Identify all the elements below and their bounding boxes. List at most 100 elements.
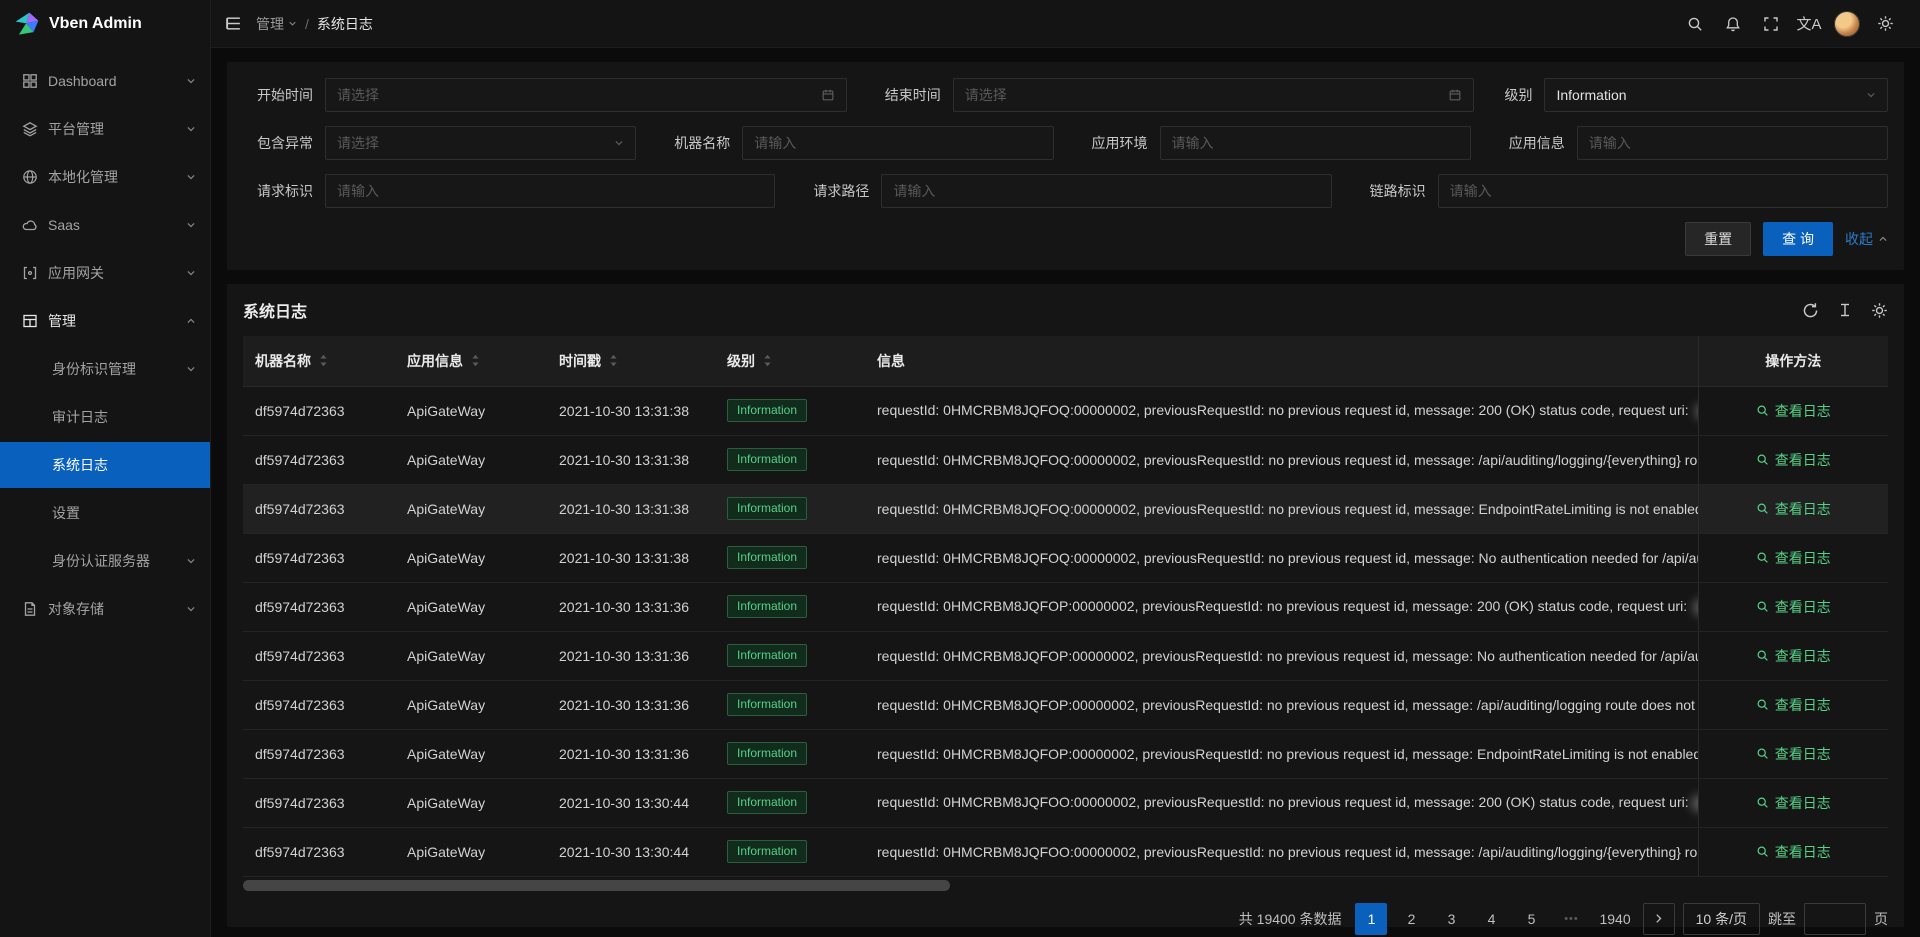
cell-level: Information [715, 386, 865, 435]
view-log-button[interactable]: 查看日志 [1756, 646, 1831, 666]
column-header-machine[interactable]: 机器名称 [243, 336, 395, 386]
menu-fold-icon[interactable] [225, 15, 242, 32]
app-logo[interactable]: Vben Admin [0, 0, 210, 48]
cell-app: ApiGateWay [395, 827, 547, 876]
magnifier-icon [1756, 600, 1769, 613]
page-button-5[interactable]: 5 [1515, 903, 1547, 935]
sidebar-item-label: 审计日志 [52, 407, 196, 427]
sidebar-item-saas[interactable]: Saas [0, 202, 210, 248]
field-start-time: 开始时间 请选择 [243, 78, 847, 112]
breadcrumb-item-management[interactable]: 管理 [256, 14, 297, 34]
level-badge: Information [727, 497, 807, 520]
collapse-filter-link[interactable]: 收起 [1845, 229, 1888, 249]
refresh-icon[interactable] [1802, 302, 1819, 319]
machine-name-input[interactable] [754, 135, 1041, 151]
app-info-input[interactable] [1589, 135, 1876, 151]
page-size-value: 10 条/页 [1696, 909, 1747, 929]
field-request-id: 请求标识 [243, 174, 775, 208]
request-path-input[interactable] [893, 183, 1319, 199]
pagination: 共 19400 条数据 12345•••1940 10 条/页 跳至 页 [243, 893, 1888, 937]
start-time-picker[interactable]: 请选择 [325, 78, 847, 112]
cell-action: 查看日志 [1698, 386, 1888, 435]
column-settings-gear-icon[interactable] [1871, 302, 1888, 319]
jump-page-input[interactable] [1804, 903, 1866, 935]
view-log-label: 查看日志 [1775, 744, 1831, 764]
app-title: Vben Admin [49, 15, 142, 33]
cell-action: 查看日志 [1698, 631, 1888, 680]
page-button-4[interactable]: 4 [1475, 903, 1507, 935]
view-log-button[interactable]: 查看日志 [1756, 597, 1831, 617]
view-log-button[interactable]: 查看日志 [1756, 793, 1831, 813]
column-header-level[interactable]: 级别 [715, 336, 865, 386]
level-label: 级别 [1498, 85, 1532, 105]
page-button-3[interactable]: 3 [1435, 903, 1467, 935]
sidebar-item-storage[interactable]: 对象存储 [0, 586, 210, 632]
topbar: 管理 / 系统日志 [211, 0, 1920, 48]
column-header-timestamp[interactable]: 时间戳 [547, 336, 715, 386]
app-env-input[interactable] [1172, 135, 1459, 151]
sidebar-item-label: Dashboard [48, 73, 176, 89]
chevron-down-icon [186, 172, 196, 182]
view-log-button[interactable]: 查看日志 [1756, 695, 1831, 715]
sidebar-item-gateway[interactable]: 应用网关 [0, 250, 210, 296]
cell-action: 查看日志 [1698, 827, 1888, 876]
column-header-action: 操作方法 [1698, 336, 1888, 386]
cell-level: Information [715, 827, 865, 876]
page-ellipsis[interactable]: ••• [1555, 903, 1587, 935]
magnifier-icon [1756, 698, 1769, 711]
sidebar-item-management[interactable]: 管理 [0, 298, 210, 344]
sidebar-item-identity[interactable]: 身份标识管理 [0, 346, 210, 392]
sidebar-item-system-logs[interactable]: 系统日志 [0, 442, 210, 488]
level-selected-value: Information [1556, 87, 1858, 103]
view-log-button[interactable]: 查看日志 [1756, 401, 1831, 421]
view-log-button[interactable]: 查看日志 [1756, 842, 1831, 862]
redacted-text [1692, 796, 1698, 811]
app-env-control [1160, 126, 1471, 160]
has-exception-select[interactable]: 请选择 [325, 126, 636, 160]
locale-switch-icon[interactable]: 文A [1790, 0, 1828, 48]
sidebar-item-dashboard[interactable]: Dashboard [0, 58, 210, 104]
field-level: 级别 Information [1498, 78, 1888, 112]
trace-id-input[interactable] [1450, 183, 1876, 199]
search-icon[interactable] [1676, 0, 1714, 48]
view-log-button[interactable]: 查看日志 [1756, 548, 1831, 568]
end-time-picker[interactable]: 请选择 [953, 78, 1475, 112]
sidebar-item-auth-server[interactable]: 身份认证服务器 [0, 538, 210, 584]
column-header-app[interactable]: 应用信息 [395, 336, 547, 386]
machine-name-control [742, 126, 1053, 160]
fullscreen-icon[interactable] [1752, 0, 1790, 48]
next-page-button[interactable] [1643, 903, 1675, 935]
sidebar-item-platform[interactable]: 平台管理 [0, 106, 210, 152]
page-button-2[interactable]: 2 [1395, 903, 1427, 935]
view-log-button[interactable]: 查看日志 [1756, 744, 1831, 764]
sidebar-item-audit-logs[interactable]: 审计日志 [0, 394, 210, 440]
cell-app: ApiGateWay [395, 778, 547, 827]
page-button-1[interactable]: 1 [1355, 903, 1387, 935]
cell-action: 查看日志 [1698, 484, 1888, 533]
settings-gear-icon[interactable] [1866, 0, 1904, 48]
notification-bell-icon[interactable] [1714, 0, 1752, 48]
horizontal-scrollbar-thumb[interactable] [243, 880, 950, 891]
table-head: 机器名称 应用信息 时间戳 级别 信息 操作方法 [243, 336, 1888, 386]
page-size-select[interactable]: 10 条/页 [1683, 903, 1760, 935]
query-button[interactable]: 查 询 [1763, 222, 1833, 256]
reset-button[interactable]: 重置 [1685, 222, 1751, 256]
magnifier-icon [1756, 649, 1769, 662]
end-time-label: 结束时间 [871, 85, 941, 105]
level-select[interactable]: Information [1544, 78, 1888, 112]
row-height-icon[interactable] [1837, 302, 1853, 318]
view-log-label: 查看日志 [1775, 646, 1831, 666]
cell-level: Information [715, 435, 865, 484]
cell-timestamp: 2021-10-30 13:30:44 [547, 778, 715, 827]
user-menu[interactable] [1828, 0, 1866, 48]
page-button-1940[interactable]: 1940 [1595, 903, 1634, 935]
view-log-button[interactable]: 查看日志 [1756, 499, 1831, 519]
cell-app: ApiGateWay [395, 631, 547, 680]
cell-timestamp: 2021-10-30 13:31:38 [547, 386, 715, 435]
view-log-button[interactable]: 查看日志 [1756, 450, 1831, 470]
sidebar-item-settings[interactable]: 设置 [0, 490, 210, 536]
request-id-input[interactable] [337, 183, 763, 199]
sidebar-item-localization[interactable]: 本地化管理 [0, 154, 210, 200]
trace-id-control [1438, 174, 1888, 208]
chevron-down-icon [186, 364, 196, 374]
